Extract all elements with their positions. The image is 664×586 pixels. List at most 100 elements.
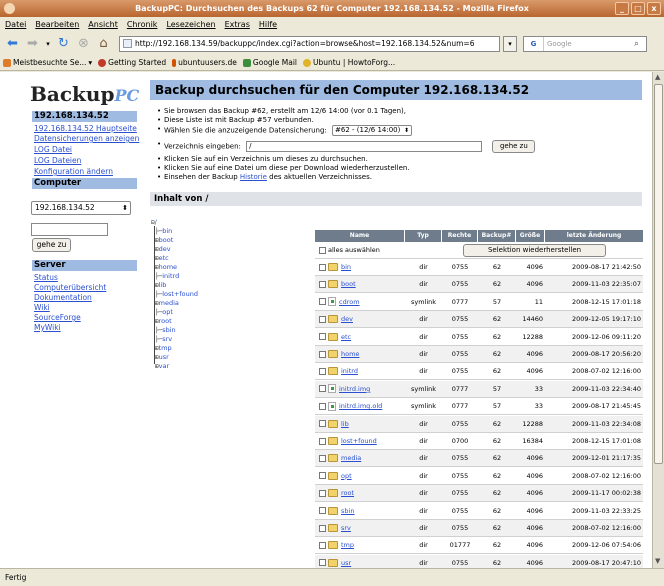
row-checkbox[interactable]	[319, 333, 326, 341]
menu-ansicht[interactable]: Ansicht	[88, 20, 118, 29]
close-button[interactable]: x	[647, 2, 661, 15]
file-link[interactable]: cdrom	[339, 298, 360, 306]
menu-lesezeichen[interactable]: Lesezeichen	[166, 20, 215, 29]
sidebar-link-sourceforge[interactable]: SourceForge	[34, 313, 81, 322]
menu-datei[interactable]: Datei	[5, 20, 26, 29]
sidebar-link-log-datei[interactable]: LOG Datei	[34, 145, 72, 154]
history-link[interactable]: Historie	[240, 173, 267, 181]
computer-go-button[interactable]: gehe zu	[32, 238, 71, 252]
directory-go-button[interactable]: gehe zu	[492, 140, 536, 153]
file-link[interactable]: sbin	[341, 507, 354, 515]
file-link[interactable]: boot	[341, 280, 356, 288]
row-checkbox[interactable]	[319, 263, 326, 271]
file-link[interactable]: bin	[341, 263, 351, 271]
scroll-down-icon[interactable]: ▼	[655, 557, 660, 565]
tree-item-var[interactable]: ⊞var	[155, 362, 169, 370]
url-bar[interactable]: http://192.168.134.59/backuppc/index.cgi…	[119, 35, 500, 52]
file-link[interactable]: initrd.img	[339, 385, 370, 393]
row-checkbox[interactable]	[319, 350, 326, 358]
vertical-scrollbar[interactable]: ▲ ▼	[652, 72, 664, 568]
tree-item-root[interactable]: ⊞root	[155, 317, 172, 325]
menu-extras[interactable]: Extras	[225, 20, 250, 29]
sidebar-link-wiki[interactable]: Wiki	[34, 303, 50, 312]
computer-select[interactable]: 192.168.134.52 ⬍	[31, 201, 131, 215]
row-checkbox[interactable]	[319, 315, 326, 323]
column-header-size[interactable]: Größe	[516, 230, 545, 242]
sidebar-link-mywiki[interactable]: MyWiki	[34, 323, 61, 332]
menu-chronik[interactable]: Chronik	[127, 20, 158, 29]
bookmark-getting-started[interactable]: Getting Started	[98, 58, 166, 67]
column-header-type[interactable]: Typ	[405, 230, 442, 242]
tree-item-lost-found[interactable]: ├─lost+found	[155, 290, 198, 298]
tree-item-home[interactable]: ⊞home	[155, 263, 177, 271]
tree-root[interactable]: ⊟/	[151, 218, 157, 226]
scrollbar-thumb[interactable]	[654, 84, 663, 464]
bookmark-google-mail[interactable]: Google Mail	[242, 58, 297, 67]
file-link[interactable]: srv	[341, 524, 351, 532]
file-link[interactable]: initrd	[341, 367, 358, 375]
column-header-date[interactable]: letzte Änderung	[545, 230, 643, 242]
bookmark-meistbesuchte[interactable]: Meistbesuchte Se... ▾	[3, 58, 92, 67]
backuppc-logo[interactable]: BackupPC	[30, 82, 139, 106]
sidebar-link-konfiguration[interactable]: Konfiguration ändern	[34, 167, 113, 176]
row-checkbox[interactable]	[319, 507, 326, 515]
select-all-checkbox[interactable]	[319, 246, 326, 254]
tree-item-srv[interactable]: ├─srv	[155, 335, 172, 343]
column-header-backup[interactable]: Backup#	[478, 230, 516, 242]
tree-item-usr[interactable]: ⊞usr	[155, 353, 169, 361]
row-checkbox[interactable]	[319, 385, 326, 393]
file-link[interactable]: initrd.img.old	[339, 402, 382, 410]
select-all[interactable]: alles auswählen	[319, 242, 380, 259]
sidebar-link-hauptseite[interactable]: 192.168.134.52 Hauptseite	[34, 124, 137, 133]
file-link[interactable]: dev	[341, 315, 353, 323]
reload-icon[interactable]: ↻	[55, 35, 72, 52]
sidebar-link-status[interactable]: Status	[34, 273, 58, 282]
restore-selection-button[interactable]: Selektion wiederherstellen	[463, 244, 606, 257]
column-header-name[interactable]: Name	[315, 230, 405, 242]
row-checkbox[interactable]	[319, 541, 326, 549]
row-checkbox[interactable]	[319, 402, 326, 410]
tree-item-initrd[interactable]: ├─initrd	[155, 272, 179, 280]
menu-bearbeiten[interactable]: Bearbeiten	[35, 20, 79, 29]
home-icon[interactable]: ⌂	[95, 35, 112, 52]
file-link[interactable]: tmp	[341, 541, 354, 549]
tree-item-etc[interactable]: ⊞etc	[155, 254, 169, 262]
search-bar[interactable]: G Google ⌕	[523, 35, 647, 52]
stop-icon[interactable]: ⊗	[75, 35, 92, 52]
bookmark-ubuntuusers[interactable]: ubuntuusers.de	[172, 58, 237, 67]
history-dropdown-icon[interactable]: ▾	[44, 35, 52, 52]
sidebar-link-log-dateien[interactable]: LOG Dateien	[34, 156, 81, 165]
tree-item-tmp[interactable]: ⊞tmp	[155, 344, 172, 352]
file-link[interactable]: etc	[341, 333, 351, 341]
row-checkbox[interactable]	[319, 420, 326, 428]
tree-item-opt[interactable]: ├─opt	[155, 308, 173, 316]
computer-input[interactable]	[31, 223, 108, 236]
maximize-button[interactable]: □	[631, 2, 645, 15]
file-link[interactable]: lost+found	[341, 437, 377, 445]
forward-icon[interactable]: ➡	[24, 35, 41, 52]
tree-item-sbin[interactable]: ├─sbin	[155, 326, 176, 334]
row-checkbox[interactable]	[319, 559, 326, 567]
file-link[interactable]: lib	[341, 420, 349, 428]
file-link[interactable]: usr	[341, 559, 351, 567]
menu-hilfe[interactable]: Hilfe	[259, 20, 277, 29]
minimize-button[interactable]: _	[615, 2, 629, 15]
tree-item-bin[interactable]: ├─bin	[155, 227, 172, 235]
file-link[interactable]: root	[341, 489, 354, 497]
tree-item-dev[interactable]: ⊞dev	[155, 245, 171, 253]
scroll-up-icon[interactable]: ▲	[655, 73, 660, 81]
url-dropdown-button[interactable]: ▾	[503, 35, 517, 52]
sidebar-link-datensicherungen[interactable]: Datensicherungen anzeigen	[34, 134, 139, 143]
row-checkbox[interactable]	[319, 367, 326, 375]
sidebar-link-computeruebersicht[interactable]: Computerübersicht	[34, 283, 106, 292]
file-link[interactable]: home	[341, 350, 359, 358]
bookmark-howtoforge[interactable]: Ubuntu | HowtoForg...	[303, 58, 395, 67]
row-checkbox[interactable]	[319, 437, 326, 445]
backup-select[interactable]: #62 - (12/6 14:00) ⬍	[332, 125, 413, 136]
search-engine-icon[interactable]: G	[524, 36, 544, 51]
row-checkbox[interactable]	[319, 298, 326, 306]
search-icon[interactable]: ⌕	[634, 39, 646, 49]
file-link[interactable]: media	[341, 454, 361, 462]
sidebar-link-dokumentation[interactable]: Dokumentation	[34, 293, 92, 302]
tree-item-lib[interactable]: ⊞lib	[155, 281, 166, 289]
